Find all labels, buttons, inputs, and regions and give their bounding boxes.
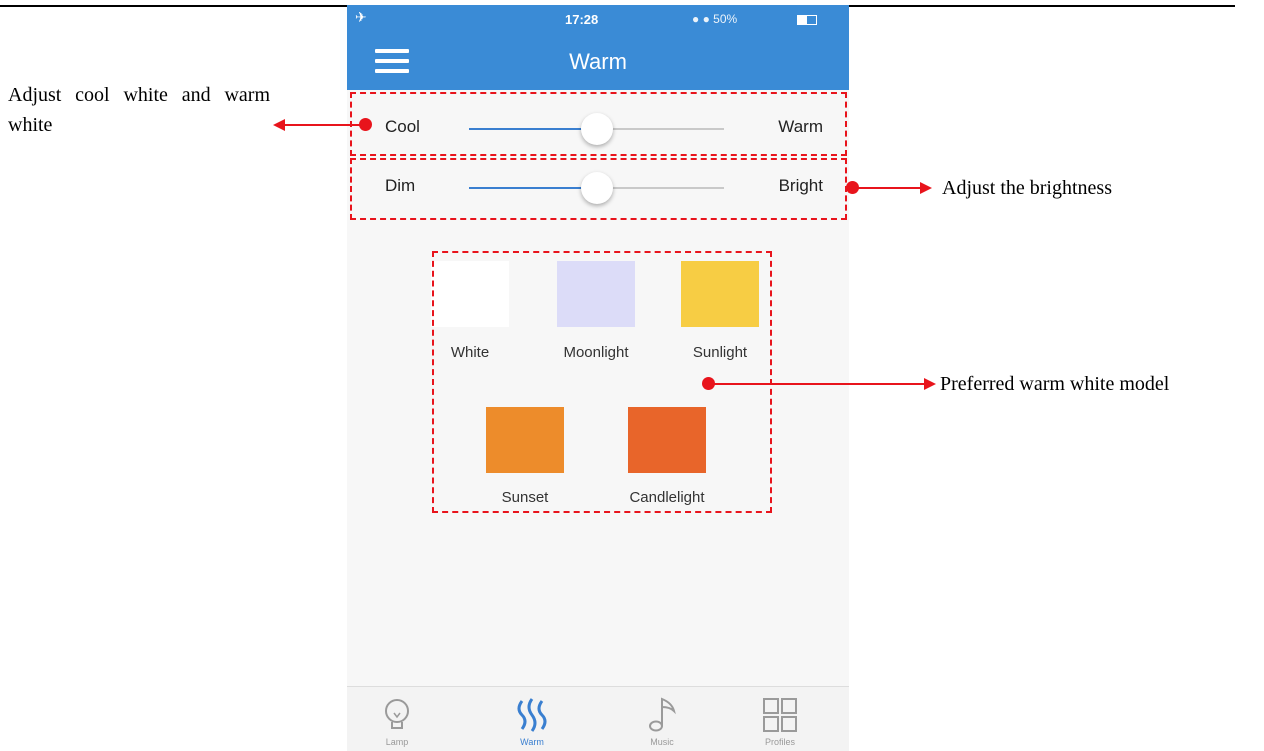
tab-lamp-label: Lamp bbox=[385, 737, 409, 747]
page-title: Warm bbox=[569, 49, 627, 74]
tab-warm-label: Warm bbox=[520, 737, 544, 747]
tab-profiles[interactable]: Profiles bbox=[730, 687, 830, 751]
brightness-arrow-line bbox=[852, 187, 922, 189]
presets-highlight-box bbox=[432, 251, 772, 513]
lightbulb-icon bbox=[385, 699, 409, 729]
airplane-icon: ✈ bbox=[355, 9, 367, 25]
status-indicators: ● ● 50% bbox=[692, 12, 738, 26]
temperature-annotation: Adjust cool white and warm white bbox=[8, 84, 270, 136]
temperature-highlight-box bbox=[350, 92, 847, 156]
tab-lamp[interactable]: Lamp bbox=[347, 687, 447, 751]
presets-arrow-line bbox=[708, 383, 926, 385]
status-bar: ✈ 17:28 ● ● 50% bbox=[347, 5, 849, 35]
grid-icon bbox=[763, 698, 797, 732]
presets-arrowhead bbox=[924, 378, 936, 390]
tab-warm[interactable]: Warm bbox=[482, 687, 582, 751]
nav-bar: Warm bbox=[347, 35, 849, 90]
temperature-arrow-line bbox=[284, 124, 366, 126]
brightness-highlight-box bbox=[350, 158, 847, 220]
brightness-arrowhead bbox=[920, 182, 932, 194]
tab-profiles-label: Profiles bbox=[764, 737, 795, 747]
status-time: 17:28 bbox=[565, 12, 599, 27]
music-note-icon bbox=[649, 697, 676, 732]
warm-waves-icon bbox=[517, 698, 547, 732]
battery-icon bbox=[797, 15, 817, 25]
tab-music-label: Music bbox=[650, 737, 674, 747]
tab-bar: Lamp Warm Music Profiles bbox=[347, 686, 849, 751]
presets-annotation: Preferred warm white model bbox=[940, 373, 1170, 395]
brightness-annotation: Adjust the brightness bbox=[942, 177, 1112, 199]
temperature-arrow-dot bbox=[359, 118, 372, 131]
tab-music[interactable]: Music bbox=[612, 687, 712, 751]
